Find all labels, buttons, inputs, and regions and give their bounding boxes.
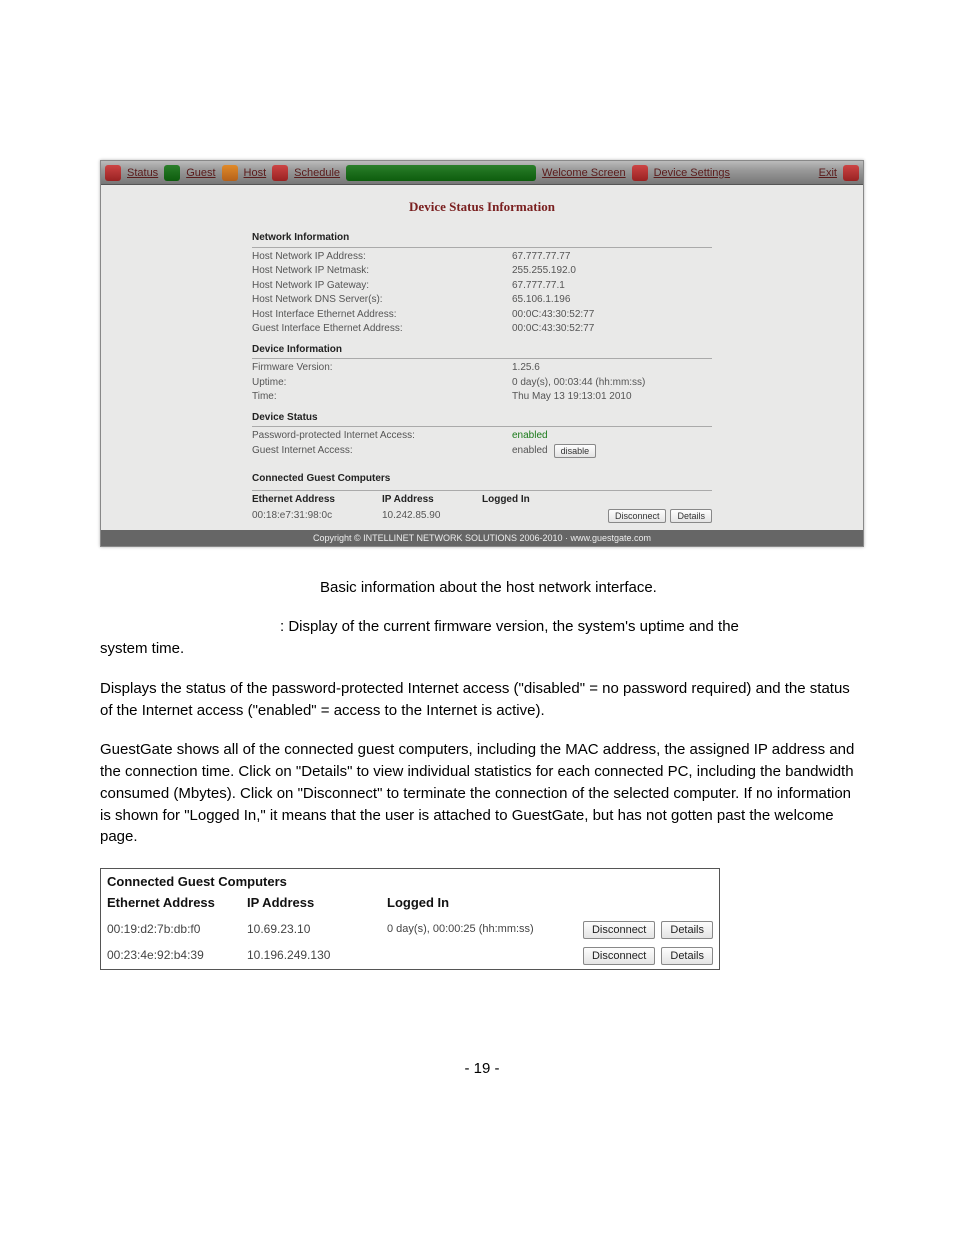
col-ip: IP Address xyxy=(382,493,482,508)
guest-internet-value: enabled xyxy=(512,444,548,459)
para-connected-guests: GuestGate shows all of the connected gue… xyxy=(100,739,864,848)
cg-row: 00:19:d2:7b:db:f0 10.69.23.10 0 day(s), … xyxy=(101,917,719,943)
document-body: Basic information about the host network… xyxy=(100,577,864,970)
time-label: Time: xyxy=(252,390,512,405)
guest-eth: 00:18:e7:31:98:0c xyxy=(252,509,382,524)
nav-device-settings[interactable]: Device Settings xyxy=(648,167,736,179)
host-ip-value: 67.777.77.77 xyxy=(512,250,712,265)
schedule-icon xyxy=(272,165,288,181)
cg-col-eth: Ethernet Address xyxy=(107,894,247,913)
copyright-footer: Copyright © INTELLINET NETWORK SOLUTIONS… xyxy=(101,530,863,546)
page-title: Device Status Information xyxy=(111,195,853,225)
network-info-heading: Network Information xyxy=(252,225,712,248)
cg-ip: 10.69.23.10 xyxy=(247,921,387,938)
dns-label: Host Network DNS Server(s): xyxy=(252,293,512,308)
settings-icon xyxy=(632,165,648,181)
details-button[interactable]: Details xyxy=(661,921,713,939)
cg-ip: 10.196.249.130 xyxy=(247,947,387,964)
col-logged-in: Logged In xyxy=(482,493,572,508)
nav-status[interactable]: Status xyxy=(121,167,164,179)
disable-button[interactable]: disable xyxy=(554,444,597,458)
connected-guests-table: Connected Guest Computers Ethernet Addre… xyxy=(100,868,720,970)
device-status-heading: Device Status xyxy=(252,405,712,428)
guest-ip: 10.242.85.90 xyxy=(382,509,482,524)
page-number: - 19 - xyxy=(100,1060,864,1077)
host-ip-label: Host Network IP Address: xyxy=(252,250,512,265)
nav-exit[interactable]: Exit xyxy=(813,167,843,179)
para-network-info: Basic information about the host network… xyxy=(320,577,864,599)
cg-logged: 0 day(s), 00:00:25 (hh:mm:ss) xyxy=(387,922,583,938)
cg-eth: 00:19:d2:7b:db:f0 xyxy=(107,921,247,938)
uptime-value: 0 day(s), 00:03:44 (hh:mm:ss) xyxy=(512,376,712,391)
time-value: Thu May 13 19:13:01 2010 xyxy=(512,390,712,405)
para-device-status: Displays the status of the password-prot… xyxy=(100,678,864,722)
details-button[interactable]: Details xyxy=(661,947,713,965)
cg-row: 00:23:4e:92:b4:39 10.196.249.130 Disconn… xyxy=(101,943,719,969)
host-eth-value: 00:0C:43:30:52:77 xyxy=(512,308,712,323)
col-ethernet: Ethernet Address xyxy=(252,493,382,508)
dns-value: 65.106.1.196 xyxy=(512,293,712,308)
gateway-label: Host Network IP Gateway: xyxy=(252,279,512,294)
details-button[interactable]: Details xyxy=(670,509,712,523)
para-device-info-line1: : Display of the current firmware versio… xyxy=(280,616,739,638)
host-icon xyxy=(222,165,238,181)
cg-col-ip: IP Address xyxy=(247,894,387,913)
connected-guests-heading: Connected Guest Computers xyxy=(252,466,712,488)
disconnect-button[interactable]: Disconnect xyxy=(583,947,655,965)
pp-access-value: enabled xyxy=(512,429,712,444)
cg-title: Connected Guest Computers xyxy=(101,869,719,892)
nav-guest[interactable]: Guest xyxy=(180,167,221,179)
uptime-label: Uptime: xyxy=(252,376,512,391)
exit-icon xyxy=(843,165,859,181)
device-status-screenshot: Status Guest Host Schedule Welcome Scree… xyxy=(100,160,864,547)
para-device-info-line2: system time. xyxy=(100,640,184,657)
welcome-icon xyxy=(346,165,536,181)
nav-welcome[interactable]: Welcome Screen xyxy=(536,167,632,179)
pp-access-label: Password-protected Internet Access: xyxy=(252,429,512,444)
guest-internet-label: Guest Internet Access: xyxy=(252,444,512,459)
nav-bar: Status Guest Host Schedule Welcome Scree… xyxy=(101,161,863,185)
netmask-value: 255.255.192.0 xyxy=(512,264,712,279)
firmware-value: 1.25.6 xyxy=(512,361,712,376)
nav-host[interactable]: Host xyxy=(238,167,273,179)
firmware-label: Firmware Version: xyxy=(252,361,512,376)
device-info-heading: Device Information xyxy=(252,337,712,360)
cg-col-logged: Logged In xyxy=(387,894,713,913)
guest-icon xyxy=(164,165,180,181)
host-eth-label: Host Interface Ethernet Address: xyxy=(252,308,512,323)
guest-eth-label: Guest Interface Ethernet Address: xyxy=(252,322,512,337)
cg-eth: 00:23:4e:92:b4:39 xyxy=(107,947,247,964)
disconnect-button[interactable]: Disconnect xyxy=(608,509,667,523)
guest-eth-value: 00:0C:43:30:52:77 xyxy=(512,322,712,337)
nav-schedule[interactable]: Schedule xyxy=(288,167,346,179)
disconnect-button[interactable]: Disconnect xyxy=(583,921,655,939)
guest-row: 00:18:e7:31:98:0c 10.242.85.90 Disconnec… xyxy=(252,507,712,526)
search-icon xyxy=(105,165,121,181)
netmask-label: Host Network IP Netmask: xyxy=(252,264,512,279)
gateway-value: 67.777.77.1 xyxy=(512,279,712,294)
